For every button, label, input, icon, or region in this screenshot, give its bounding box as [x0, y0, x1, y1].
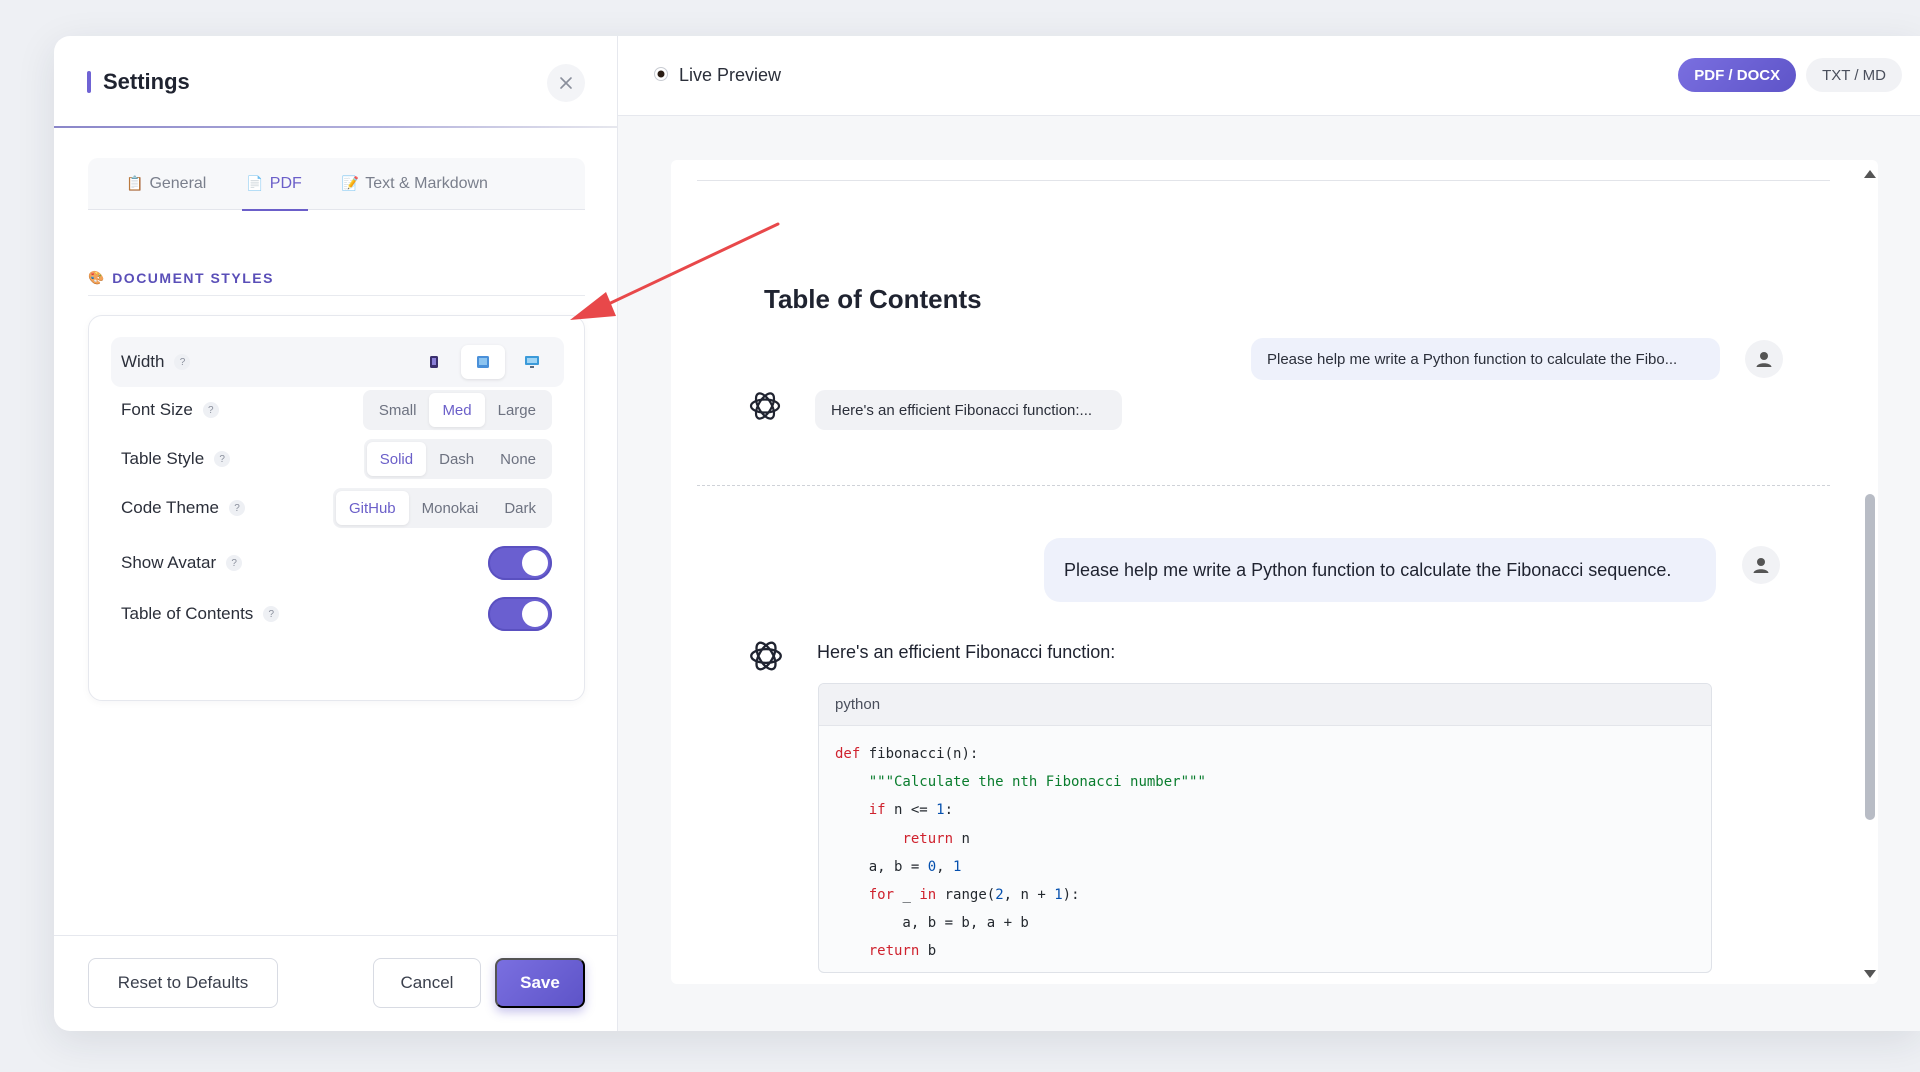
settings-modal: Settings 📋 General 📄 PDF 📝 Text & Markdo… [54, 36, 1920, 1031]
pencil-icon: 📝 [341, 175, 360, 191]
show-avatar-row: Show Avatar ? [89, 542, 584, 584]
code-block: python def fibonacci(n): """Calculate th… [818, 683, 1712, 973]
code-theme-monokai[interactable]: Monokai [409, 491, 492, 525]
openai-logo-icon [749, 392, 781, 420]
table-style-none[interactable]: None [487, 442, 549, 476]
scroll-up-arrow-icon[interactable] [1864, 170, 1876, 178]
settings-footer: Reset to Defaults Cancel Save [54, 935, 618, 1031]
code-theme-selector: GitHub Monokai Dark [332, 488, 552, 528]
preview-panel: Live Preview PDF / DOCX TXT / MD Table o… [618, 36, 1920, 1031]
code-theme-github[interactable]: GitHub [335, 491, 409, 525]
font-size-selector: Small Med Large [362, 390, 552, 430]
scrollbar-thumb[interactable] [1865, 494, 1875, 820]
width-options [407, 345, 554, 379]
format-txt-md[interactable]: TXT / MD [1806, 58, 1902, 92]
settings-header: Settings [54, 36, 618, 128]
close-button[interactable] [547, 64, 585, 102]
help-icon[interactable]: ? [228, 500, 245, 516]
width-row: Width ? [111, 337, 564, 387]
monitor-icon [525, 356, 539, 368]
settings-title: Settings [103, 69, 190, 94]
width-medium-button[interactable] [461, 345, 505, 379]
show-avatar-label: Show Avatar [121, 553, 217, 572]
title-accent-bar [87, 71, 91, 93]
help-icon[interactable]: ? [214, 451, 231, 467]
code-theme-dark[interactable]: Dark [491, 491, 549, 525]
help-icon[interactable]: ? [226, 555, 243, 571]
toc-toggle[interactable] [488, 597, 552, 631]
width-narrow-button[interactable] [412, 345, 456, 379]
tab-pdf-label: PDF [269, 174, 302, 192]
dashed-divider [697, 485, 1830, 486]
width-wide-button[interactable] [510, 345, 554, 379]
font-size-small[interactable]: Small [366, 393, 430, 427]
user-avatar [1745, 340, 1783, 378]
show-avatar-toggle[interactable] [488, 546, 552, 580]
settings-tabs: 📋 General 📄 PDF 📝 Text & Markdown [88, 158, 585, 211]
openai-logo-icon [750, 641, 782, 671]
format-pdf-docx[interactable]: PDF / DOCX [1678, 58, 1797, 92]
close-icon [560, 77, 572, 89]
font-size-med[interactable]: Med [429, 393, 485, 427]
font-size-row: Font Size ? Small Med Large [89, 389, 584, 431]
code-language: python [819, 684, 1711, 726]
preview-scrollbar[interactable] [1860, 160, 1880, 984]
font-size-large[interactable]: Large [485, 393, 549, 427]
format-switch: PDF / DOCX TXT / MD [1678, 58, 1902, 92]
toc-label: Table of Contents [121, 604, 254, 623]
help-icon[interactable]: ? [174, 354, 191, 370]
code-theme-label: Code Theme [121, 498, 219, 517]
cancel-button[interactable]: Cancel [373, 958, 481, 1008]
tablet-icon [477, 356, 489, 368]
toc-user-entry[interactable]: Please help me write a Python function t… [1251, 338, 1720, 380]
settings-panel: Settings 📋 General 📄 PDF 📝 Text & Markdo… [54, 36, 618, 1031]
table-style-row: Table Style ? Solid Dash None [89, 438, 584, 480]
user-message: Please help me write a Python function t… [1044, 538, 1716, 602]
document-styles-header: 🎨 DOCUMENT STYLES [88, 260, 585, 296]
preview-title: Live Preview [679, 65, 782, 85]
save-button[interactable]: Save [495, 958, 585, 1008]
document-preview: Table of Contents Please help me write a… [671, 160, 1878, 984]
width-label: Width [121, 352, 165, 371]
toc-title: Table of Contents [764, 284, 982, 314]
user-icon [1753, 558, 1769, 573]
clipboard-icon: 📋 [126, 175, 144, 191]
tab-text-markdown-label: Text & Markdown [365, 174, 488, 192]
document-icon: 📄 [246, 175, 264, 191]
font-size-label: Font Size [121, 400, 193, 419]
phone-icon [430, 356, 438, 368]
code-content: def fibonacci(n): """Calculate the nth F… [835, 746, 1206, 960]
help-icon[interactable]: ? [263, 606, 280, 622]
preview-header: Live Preview PDF / DOCX TXT / MD [618, 36, 1920, 116]
palette-icon: 🎨 [88, 269, 105, 285]
toc-ai-entry[interactable]: Here's an efficient Fibonacci function:.… [815, 390, 1122, 430]
tab-pdf[interactable]: 📄 PDF [242, 158, 309, 211]
divider [697, 180, 1830, 181]
eye-icon [653, 66, 669, 85]
toc-row: Table of Contents ? [89, 593, 584, 635]
user-icon [1756, 352, 1772, 367]
reset-defaults-button[interactable]: Reset to Defaults [88, 958, 278, 1008]
table-style-solid[interactable]: Solid [366, 442, 427, 476]
section-title: DOCUMENT STYLES [112, 269, 274, 286]
tab-general-label: General [149, 174, 207, 192]
table-style-selector: Solid Dash None [363, 439, 552, 479]
scroll-down-arrow-icon[interactable] [1864, 970, 1876, 978]
user-avatar [1742, 546, 1780, 584]
ai-message: Here's an efficient Fibonacci function: [817, 642, 1116, 662]
tab-general[interactable]: 📋 General [126, 158, 206, 210]
tab-text-markdown[interactable]: 📝 Text & Markdown [342, 158, 488, 210]
table-style-dash[interactable]: Dash [426, 442, 487, 476]
document-styles-card: Width ? Font Size ? Small Med Large Tabl… [88, 315, 585, 701]
table-style-label: Table Style [121, 449, 205, 468]
code-theme-row: Code Theme ? GitHub Monokai Dark [89, 487, 584, 529]
help-icon[interactable]: ? [202, 402, 219, 418]
